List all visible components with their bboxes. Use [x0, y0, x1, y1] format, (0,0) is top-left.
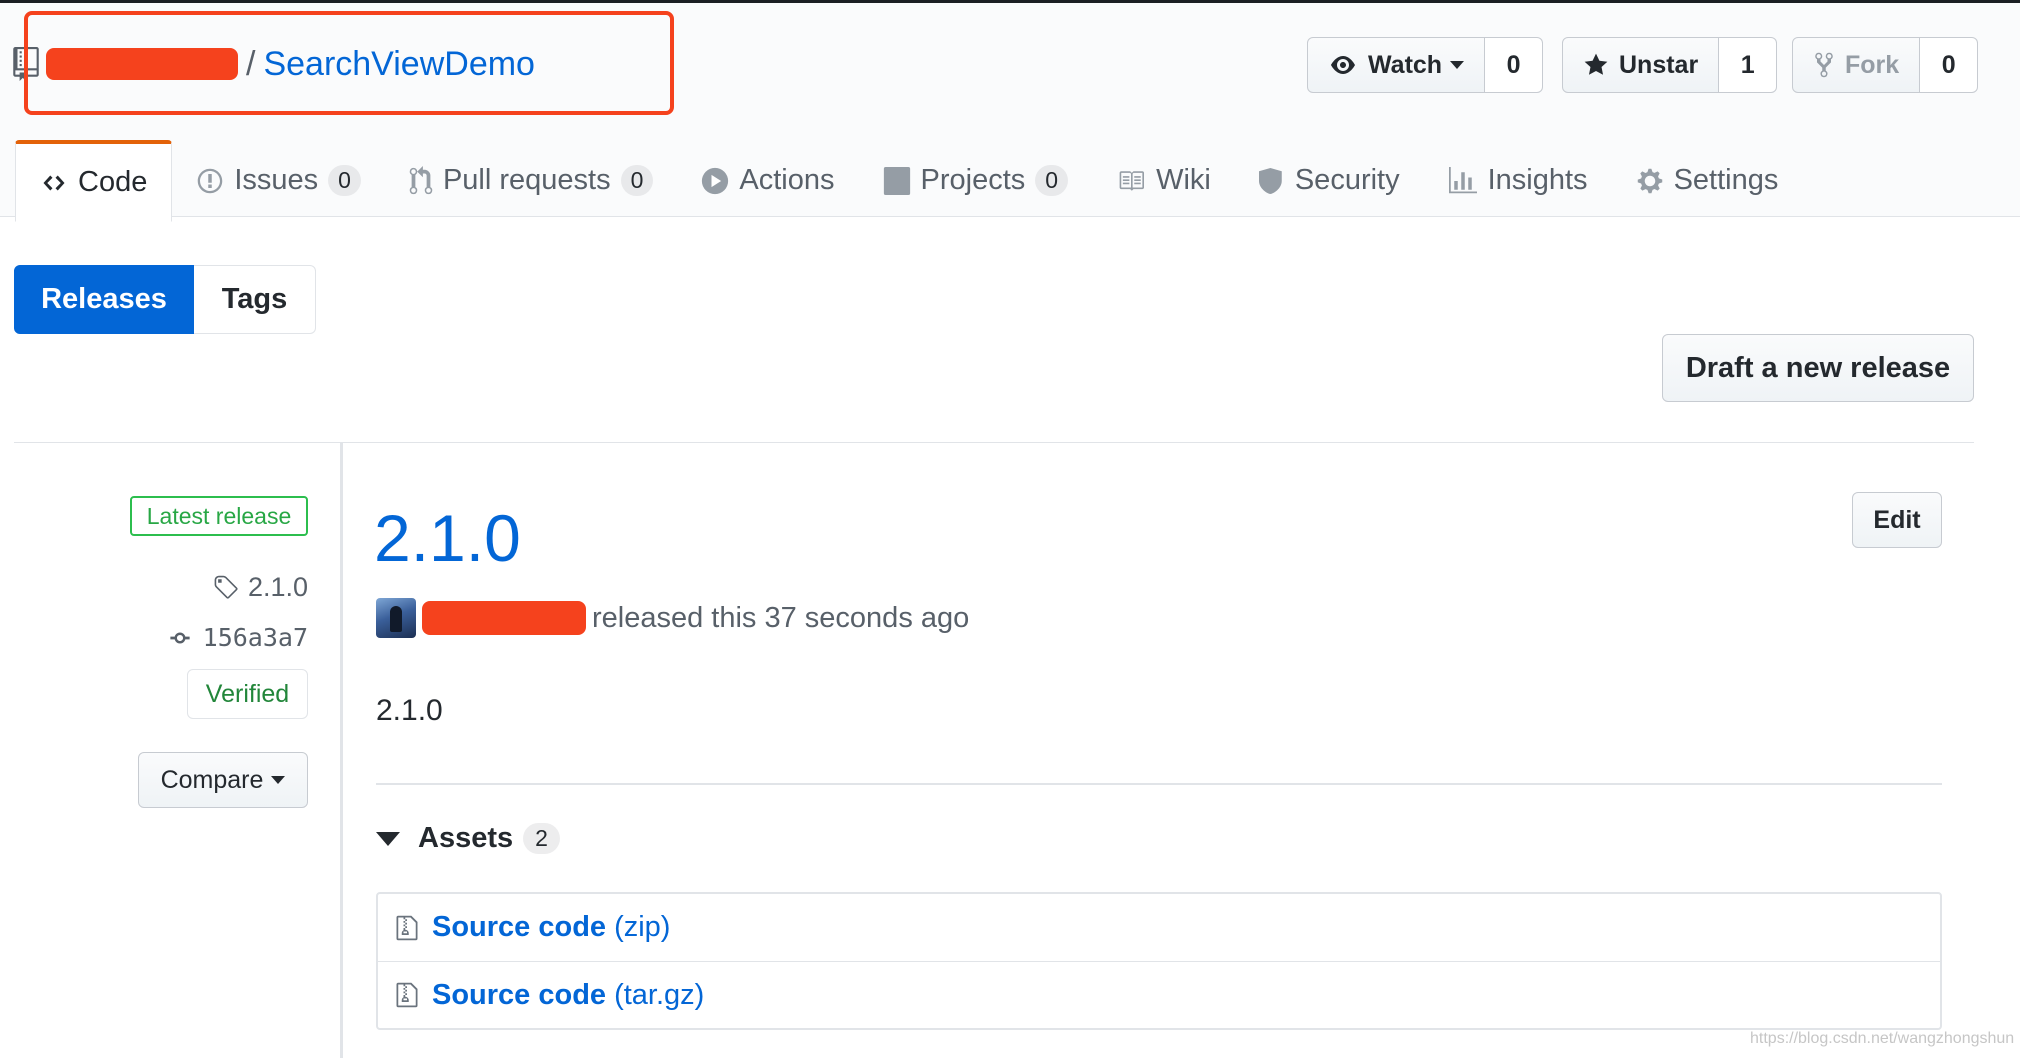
- watermark: https://blog.csdn.net/wangzhongshun: [1750, 1030, 2015, 1047]
- asset-name: Source code: [432, 911, 607, 943]
- code-icon: [43, 175, 65, 190]
- issue-icon: [198, 168, 223, 193]
- release-commit[interactable]: 156a3a7: [165, 623, 308, 652]
- timeline-divider: [340, 443, 343, 1058]
- release-byline: released this 37 seconds ago: [376, 598, 969, 638]
- fork-button[interactable]: Fork: [1792, 37, 1921, 93]
- tab-actions[interactable]: Actions: [677, 140, 858, 221]
- unstar-button[interactable]: Unstar: [1562, 37, 1720, 93]
- fork-group: Fork 0: [1792, 37, 1979, 93]
- watch-count[interactable]: 0: [1485, 37, 1544, 93]
- release-tag-label: 2.1.0: [247, 572, 308, 602]
- asset-row-zip[interactable]: Source code (zip): [378, 894, 1940, 961]
- star-group: Unstar 1: [1562, 37, 1778, 93]
- gear-icon: [1637, 168, 1662, 193]
- releases-tab[interactable]: Releases: [14, 265, 194, 334]
- tab-pull-requests-label: Pull requests: [442, 164, 611, 196]
- tags-tab[interactable]: Tags: [194, 265, 316, 334]
- project-icon: [883, 166, 910, 195]
- book-icon: [1119, 170, 1145, 191]
- tab-projects-label: Projects: [920, 164, 1026, 196]
- divider: [376, 783, 1942, 785]
- projects-counter: 0: [1035, 165, 1069, 196]
- release-tag[interactable]: 2.1.0: [212, 572, 308, 603]
- tab-code-label: Code: [78, 166, 148, 198]
- tab-settings-label: Settings: [1673, 164, 1779, 196]
- tab-projects[interactable]: Projects 0: [859, 140, 1093, 221]
- tab-issues[interactable]: Issues 0: [172, 140, 385, 221]
- watch-button[interactable]: Watch: [1307, 37, 1486, 93]
- releases-subnav: Releases Tags: [14, 265, 316, 334]
- play-icon: [702, 167, 729, 194]
- tab-issues-label: Issues: [234, 164, 319, 196]
- tab-actions-label: Actions: [739, 164, 835, 196]
- file-zip-icon: [396, 982, 418, 1008]
- star-icon: [1584, 53, 1608, 75]
- repo-nav-tabs: Code Issues 0 Pull requests 0 Actions Pr…: [15, 140, 1803, 222]
- unstar-label: Unstar: [1619, 50, 1699, 79]
- asset-row-targz[interactable]: Source code (tar.gz): [378, 961, 1940, 1028]
- release-byline-text: released this 37 seconds ago: [592, 601, 970, 634]
- assets-toggle[interactable]: Assets 2: [376, 822, 560, 855]
- file-zip-icon: [396, 915, 418, 940]
- tab-pull-requests[interactable]: Pull requests 0: [385, 140, 677, 221]
- avatar[interactable]: [376, 598, 416, 638]
- tab-insights-label: Insights: [1487, 164, 1588, 196]
- tab-security-label: Security: [1294, 164, 1400, 196]
- verified-badge[interactable]: Verified: [187, 669, 308, 719]
- assets-counter: 2: [523, 823, 560, 854]
- asset-name: Source code: [432, 978, 607, 1011]
- assets-list: Source code (zip) Source code (tar.gz): [376, 892, 1942, 1030]
- tab-security[interactable]: Security: [1235, 140, 1424, 221]
- latest-release-badge: Latest release: [130, 496, 308, 536]
- edit-release-button[interactable]: Edit: [1852, 492, 1942, 548]
- draft-new-release-button[interactable]: Draft a new release: [1662, 334, 1974, 402]
- chevron-down-icon: [271, 776, 286, 784]
- pull-requests-counter: 0: [620, 165, 654, 196]
- pull-request-icon: [409, 165, 433, 194]
- chevron-down-icon: [1450, 61, 1465, 69]
- tab-wiki[interactable]: Wiki: [1092, 140, 1235, 221]
- divider: [14, 442, 1974, 443]
- commit-icon: [170, 632, 190, 643]
- triangle-down-icon: [376, 831, 400, 846]
- star-count[interactable]: 1: [1719, 37, 1778, 93]
- release-title-link[interactable]: 2.1.0: [374, 500, 521, 576]
- tab-insights[interactable]: Insights: [1424, 140, 1612, 221]
- fork-icon: [1815, 52, 1833, 78]
- author-redaction: [422, 601, 586, 635]
- fork-count[interactable]: 0: [1920, 37, 1979, 93]
- graph-icon: [1448, 166, 1477, 193]
- shield-icon: [1258, 167, 1282, 194]
- compare-button[interactable]: Compare: [138, 752, 308, 808]
- issues-counter: 0: [328, 165, 361, 196]
- asset-ext: (zip): [614, 911, 671, 943]
- watch-label: Watch: [1368, 50, 1443, 79]
- compare-label: Compare: [160, 765, 264, 794]
- release-commit-label: 156a3a7: [202, 623, 308, 652]
- release-body: 2.1.0: [376, 694, 443, 727]
- watch-group: Watch 0: [1307, 37, 1544, 93]
- eye-icon: [1331, 56, 1355, 74]
- fork-label: Fork: [1845, 50, 1900, 79]
- assets-label: Assets: [418, 822, 514, 854]
- asset-ext: (tar.gz): [614, 978, 705, 1011]
- repo-header: / SearchViewDemo Watch 0 Unstar 1 Fork 0…: [0, 3, 2020, 222]
- tab-settings[interactable]: Settings: [1612, 140, 1803, 221]
- tab-wiki-label: Wiki: [1156, 164, 1211, 196]
- tab-code[interactable]: Code: [15, 140, 173, 222]
- annotation-highlight-box: [24, 11, 674, 115]
- tag-icon: [214, 575, 238, 599]
